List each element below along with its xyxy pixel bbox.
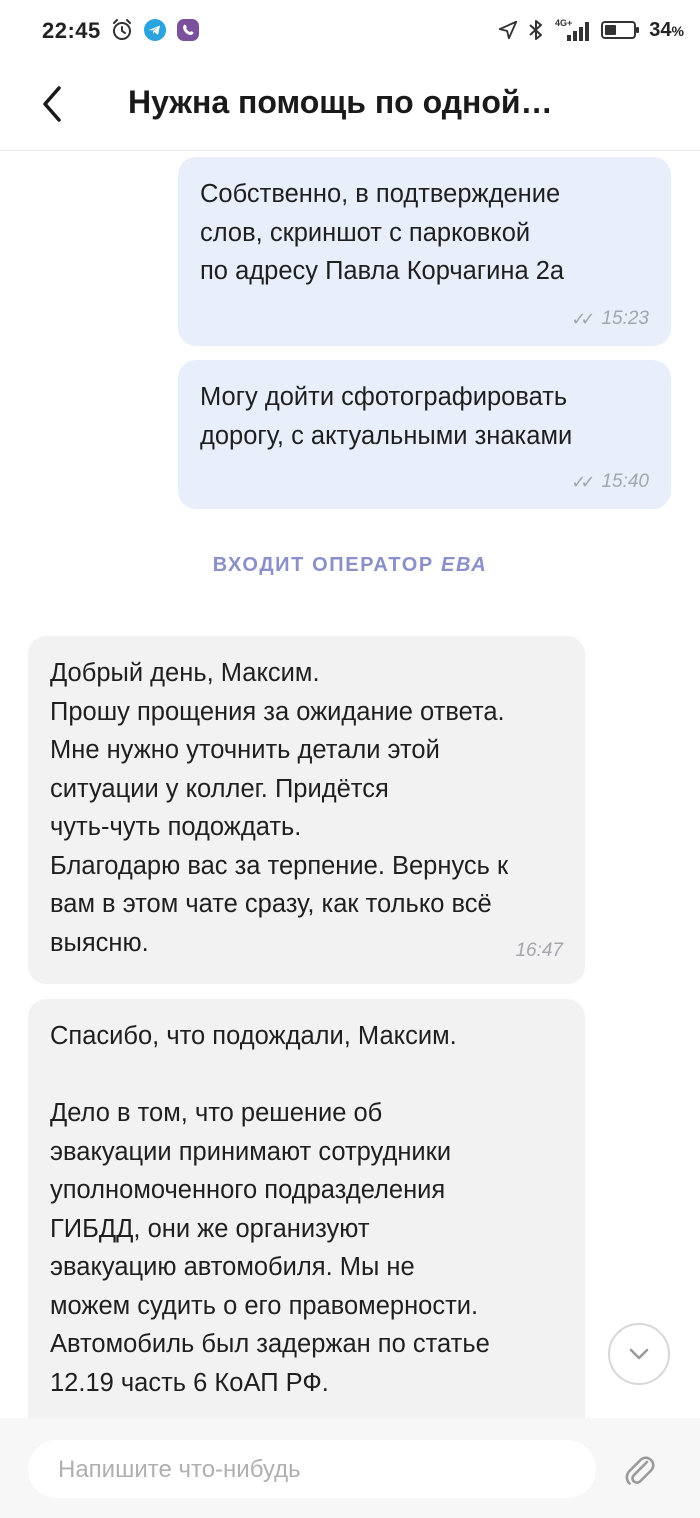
message-list[interactable]: Собственно, в подтверждение слов, скринш…	[0, 151, 700, 1418]
bluetooth-icon	[529, 20, 543, 40]
double-check-icon: ✓✓	[571, 471, 595, 492]
alarm-clock-icon	[113, 19, 131, 40]
message-meta: 16:47	[515, 940, 563, 962]
message-text: Могу дойти сфотографировать дорогу, с ак…	[200, 383, 573, 450]
chevron-down-icon	[629, 1348, 649, 1360]
message-input-wrapper	[28, 1440, 596, 1500]
chat-header: Нужна помощь по одной…	[0, 62, 700, 151]
message-input[interactable]	[56, 1440, 580, 1500]
battery-percentage: 34%	[649, 18, 684, 41]
chevron-left-icon	[43, 86, 61, 122]
paperclip-icon	[625, 1456, 655, 1485]
message-time: 15:40	[601, 471, 649, 492]
incoming-message[interactable]: Добрый день, Максим. Прошу прощения за о…	[28, 636, 585, 984]
signal-strength-icon: 4G+	[555, 18, 590, 41]
message-composer	[0, 1418, 700, 1518]
message-meta: ✓✓ 15:23	[571, 308, 649, 330]
message-meta: ✓✓ 15:40	[571, 471, 649, 493]
back-button[interactable]	[24, 76, 80, 132]
viber-icon	[177, 19, 199, 41]
message-text: Собственно, в подтверждение слов, скринш…	[200, 180, 565, 285]
attach-button[interactable]	[616, 1446, 664, 1494]
outgoing-message[interactable]: Могу дойти сфотографировать дорогу, с ак…	[178, 360, 671, 509]
scroll-to-bottom-button[interactable]	[608, 1323, 670, 1385]
status-bar: 22:45 4G+ 34%	[0, 0, 700, 62]
operator-joined-label: ВХОДИТ ОПЕРАТОР	[212, 554, 434, 576]
status-right-cluster: 4G+ 34%	[497, 16, 684, 44]
chat-screen: 22:45 4G+ 34% Нужна помощь по одной… Соб…	[0, 0, 700, 1518]
operator-name: ЕВА	[441, 554, 488, 576]
outgoing-message[interactable]: Собственно, в подтверждение слов, скринш…	[178, 157, 671, 346]
incoming-message[interactable]: Спасибо, что подождали, Максим. Дело в т…	[28, 999, 585, 1418]
status-time: 22:45	[42, 18, 101, 43]
battery-icon	[601, 21, 640, 39]
message-time: 15:23	[601, 308, 649, 329]
double-check-icon: ✓✓	[571, 308, 595, 329]
chat-title: Нужна помощь по одной…	[128, 84, 553, 120]
network-type-label: 4G+	[555, 18, 572, 28]
location-arrow-icon	[499, 20, 518, 40]
message-text: Добрый день, Максим. Прошу прощения за о…	[50, 659, 509, 957]
telegram-icon	[144, 19, 166, 41]
operator-joined-note: ВХОДИТ ОПЕРАТОР ЕВА	[0, 554, 700, 577]
message-time: 16:47	[515, 940, 563, 961]
message-text: Спасибо, что подождали, Максим. Дело в т…	[50, 1022, 490, 1397]
